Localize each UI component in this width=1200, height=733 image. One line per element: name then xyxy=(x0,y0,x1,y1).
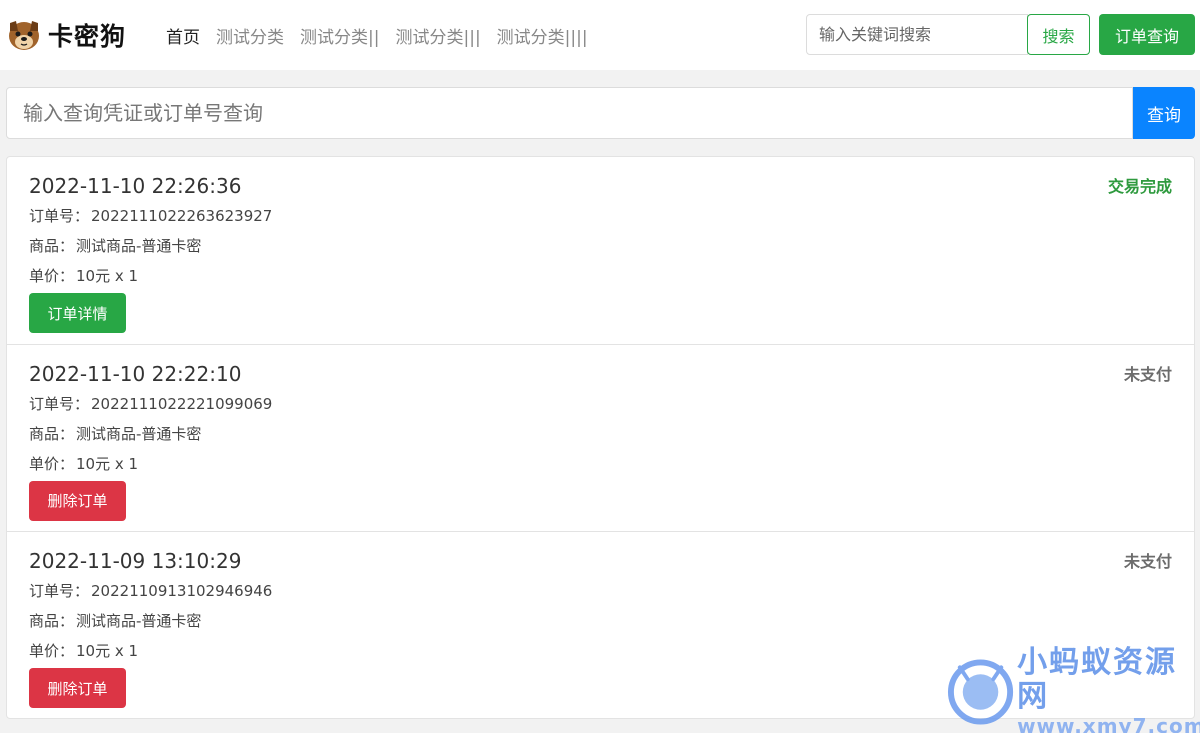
watermark-url: www.xmy7.com xyxy=(1017,714,1200,733)
product-label: 商品： xyxy=(29,612,75,630)
price-label: 单价： xyxy=(29,267,75,285)
watermark-text: 小蚂蚁资源网 www.xmy7.com xyxy=(1017,646,1200,733)
order-details-button[interactable]: 订单详情 xyxy=(29,293,126,333)
watermark-title: 小蚂蚁资源网 xyxy=(1017,645,1178,714)
order-time: 2022-11-10 22:22:10 xyxy=(29,361,242,386)
watermark: 小蚂蚁资源网 www.xmy7.com xyxy=(946,646,1200,733)
order-number: 2022110913102946946 xyxy=(91,582,273,600)
ant-watermark-icon xyxy=(947,659,1014,725)
order-number-row: 订单号： 2022110913102946946 xyxy=(29,576,1172,606)
navbar-actions: 搜索 订单查询 xyxy=(806,14,1195,55)
search-button[interactable]: 搜索 xyxy=(1027,14,1090,55)
order-number-label: 订单号： xyxy=(29,394,90,413)
product-name: 测试商品-普通卡密 xyxy=(76,237,202,255)
keyword-search-input[interactable] xyxy=(806,14,1028,55)
product-name: 测试商品-普通卡密 xyxy=(76,612,202,630)
order-status: 未支付 xyxy=(1123,364,1172,384)
order-price-row: 单价： 10元 x 1 xyxy=(29,449,1172,479)
order-number: 2022111022221099069 xyxy=(91,394,273,413)
nav-link-category-1[interactable]: 测试分类 xyxy=(216,23,284,48)
dog-logo-icon xyxy=(9,21,39,50)
product-label: 商品： xyxy=(29,424,75,443)
order-list: 2022-11-10 22:26:36 交易完成 订单号： 20221110222… xyxy=(6,156,1195,719)
nav-link-category-4[interactable]: 测试分类|||| xyxy=(497,23,588,48)
order-number-row: 订单号： 2022111022263623927 xyxy=(29,201,1172,231)
order-time: 2022-11-10 22:26:36 xyxy=(29,174,242,198)
delete-order-button[interactable]: 删除订单 xyxy=(29,668,126,708)
nav-link-home[interactable]: 首页 xyxy=(166,23,200,48)
nav-link-category-3[interactable]: 测试分类||| xyxy=(395,23,480,48)
unit-price: 10元 x 1 xyxy=(76,267,139,285)
order-item: 2022-11-10 22:22:10 未支付 订单号： 202211102222… xyxy=(7,345,1194,532)
order-status: 未支付 xyxy=(1123,552,1172,571)
brand[interactable]: 卡密狗 xyxy=(6,0,126,70)
order-time: 2022-11-09 13:10:29 xyxy=(29,549,242,573)
nav-link-category-2[interactable]: 测试分类|| xyxy=(300,23,379,48)
product-name: 测试商品-普通卡密 xyxy=(76,424,202,443)
unit-price: 10元 x 1 xyxy=(76,642,139,660)
order-number-label: 订单号： xyxy=(29,582,90,600)
order-query-input[interactable] xyxy=(6,87,1133,139)
top-navbar: 卡密狗 首页 测试分类 测试分类|| 测试分类||| 测试分类|||| 搜索 订… xyxy=(0,0,1200,70)
brand-name: 卡密狗 xyxy=(48,22,127,51)
order-product-row: 商品： 测试商品-普通卡密 xyxy=(29,231,1172,261)
order-item: 2022-11-10 22:26:36 交易完成 订单号： 20221110222… xyxy=(7,157,1194,345)
product-label: 商品： xyxy=(29,237,75,255)
query-button[interactable]: 查询 xyxy=(1133,87,1195,139)
price-label: 单价： xyxy=(29,454,75,473)
order-price-row: 单价： 10元 x 1 xyxy=(29,261,1172,291)
delete-order-button[interactable]: 删除订单 xyxy=(29,480,126,521)
order-status: 交易完成 xyxy=(1107,177,1172,196)
order-query-button[interactable]: 订单查询 xyxy=(1099,14,1195,55)
unit-price: 10元 x 1 xyxy=(76,454,139,473)
order-number: 2022111022263623927 xyxy=(91,207,273,225)
order-product-row: 商品： 测试商品-普通卡密 xyxy=(29,419,1172,449)
price-label: 单价： xyxy=(29,642,75,660)
nav-links: 首页 测试分类 测试分类|| 测试分类||| 测试分类|||| xyxy=(166,23,604,48)
order-number-row: 订单号： 2022111022221099069 xyxy=(29,389,1172,419)
order-query-bar: 查询 xyxy=(6,87,1195,139)
order-product-row: 商品： 测试商品-普通卡密 xyxy=(29,606,1172,636)
order-number-label: 订单号： xyxy=(29,207,90,225)
